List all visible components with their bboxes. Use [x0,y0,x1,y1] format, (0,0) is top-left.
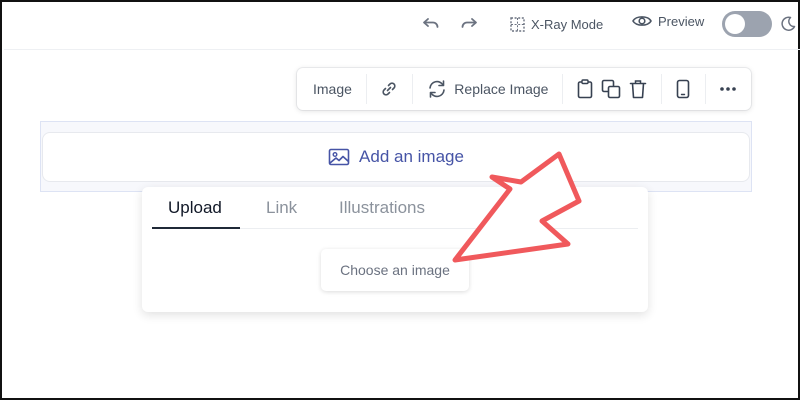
clipboard-icon [577,79,593,99]
eye-icon [632,14,652,28]
link-button[interactable] [366,68,412,110]
replace-image-label: Replace Image [454,81,549,97]
preview-label-group: Preview [632,11,704,31]
preview-toggle[interactable] [722,11,772,37]
add-image-label: Add an image [359,147,464,166]
link-icon [381,81,397,97]
xray-mode-button[interactable]: X-Ray Mode [510,14,603,34]
moon-icon[interactable] [778,13,798,35]
app-frame: X-Ray Mode Preview Image Replace Image A… [0,0,800,400]
add-image-button[interactable]: Add an image [42,132,750,182]
more-options-button[interactable] [705,68,751,110]
image-source-popover: Upload Link Illustrations Choose an imag… [142,187,648,312]
block-toolbar: Image Replace Image [297,68,751,110]
undo-icon[interactable] [418,13,444,35]
duplicate-button[interactable] [597,68,625,110]
grid-icon [510,16,525,32]
more-icon [719,86,737,92]
mobile-icon [676,79,690,99]
redo-icon[interactable] [456,13,482,35]
active-tab-indicator [152,227,240,229]
image-type-button[interactable]: Image [297,68,366,110]
tab-link[interactable]: Link [266,187,297,229]
refresh-icon [426,79,448,99]
tab-upload[interactable]: Upload [168,187,222,229]
copy-button[interactable] [563,68,597,110]
image-icon [328,148,350,166]
trash-icon [629,79,647,99]
delete-button[interactable] [625,68,661,110]
mobile-view-button[interactable] [661,68,705,110]
choose-image-button[interactable]: Choose an image [321,249,469,291]
preview-label: Preview [658,13,705,29]
xray-mode-label: X-Ray Mode [531,16,604,32]
replace-image-button[interactable]: Replace Image [412,68,562,110]
tab-illustrations[interactable]: Illustrations [339,187,425,229]
top-bar: X-Ray Mode Preview [4,4,800,50]
source-tabs: Upload Link Illustrations [152,187,638,229]
toggle-knob [725,14,745,34]
duplicate-icon [601,79,621,99]
